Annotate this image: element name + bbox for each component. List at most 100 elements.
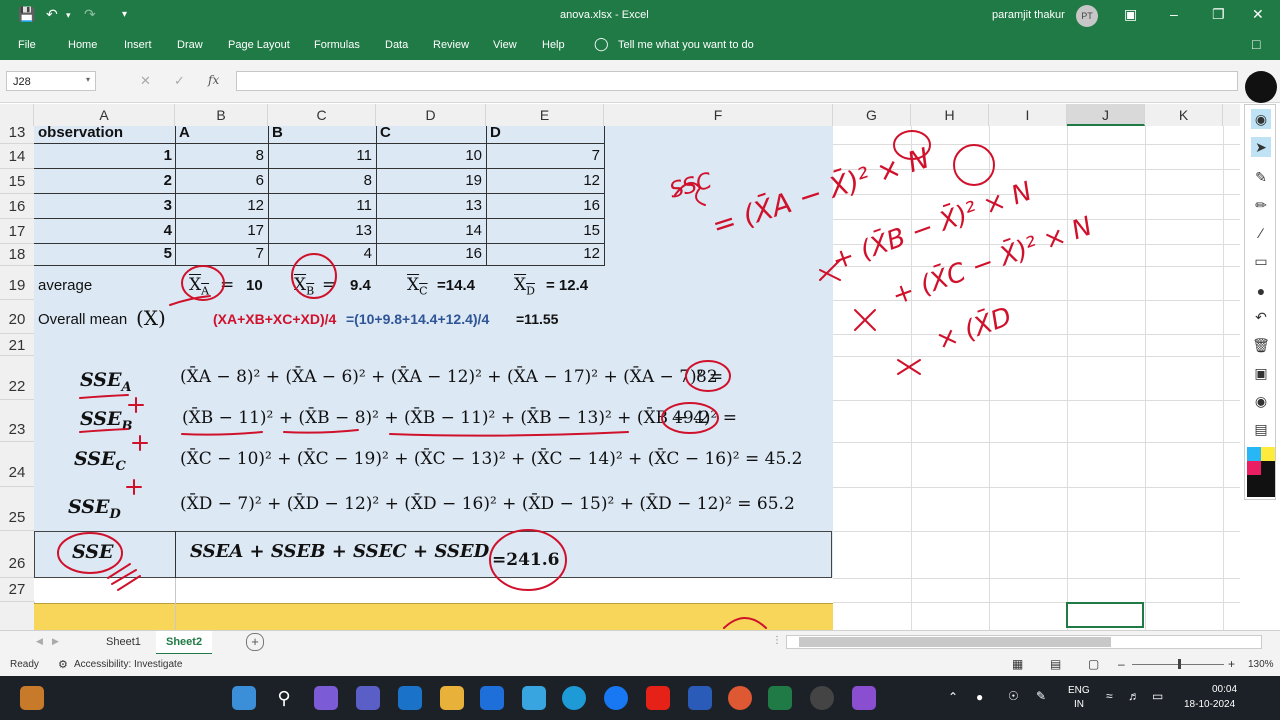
row-header[interactable]: 24: [0, 442, 34, 487]
outlook-icon[interactable]: [398, 686, 422, 710]
file-explorer-icon[interactable]: [440, 686, 464, 710]
worksheet-grid-right[interactable]: [833, 126, 1240, 630]
table-cell[interactable]: 4: [34, 222, 172, 239]
language-bottom[interactable]: IN: [1074, 699, 1084, 710]
table-cell[interactable]: 14: [376, 222, 482, 239]
column-header-g[interactable]: G: [833, 104, 911, 126]
column-header-b[interactable]: B: [175, 104, 268, 126]
color-black-swatch[interactable]: [1261, 461, 1275, 475]
table-cell[interactable]: 6: [175, 172, 264, 189]
row-header[interactable]: 20: [0, 300, 34, 334]
cursor-icon[interactable]: ➤: [1251, 137, 1271, 157]
app-icon[interactable]: [522, 686, 546, 710]
name-box[interactable]: J28: [6, 71, 96, 91]
row-header[interactable]: 14: [0, 144, 34, 169]
row-header[interactable]: 17: [0, 219, 34, 244]
zoom-out-icon[interactable]: –: [1118, 657, 1125, 671]
table-cell[interactable]: 11: [268, 197, 372, 214]
zoom-in-icon[interactable]: +: [1228, 657, 1235, 671]
active-cell-j28[interactable]: [1066, 602, 1144, 628]
tab-view[interactable]: View: [493, 39, 517, 51]
eraser-icon[interactable]: ▭: [1251, 251, 1271, 271]
column-header-f[interactable]: F: [604, 104, 833, 126]
sse-b-value[interactable]: 49.2: [672, 408, 710, 428]
color-black-large-swatch[interactable]: [1247, 475, 1275, 497]
screen-icon[interactable]: ▣: [1251, 363, 1271, 383]
battery-icon[interactable]: ▭: [1152, 689, 1163, 703]
column-header-d[interactable]: D: [376, 104, 486, 126]
column-header-k[interactable]: K: [1145, 104, 1223, 126]
edge-icon[interactable]: [562, 686, 586, 710]
page-layout-view-icon[interactable]: ▤: [1050, 657, 1061, 671]
sse-total-value[interactable]: =241.6: [492, 550, 559, 570]
tab-home[interactable]: Home: [68, 39, 97, 51]
minimize-icon[interactable]: –: [1170, 6, 1178, 22]
undo-icon[interactable]: ↶: [46, 6, 58, 23]
save-icon[interactable]: 💾: [18, 6, 35, 23]
clipboard-icon[interactable]: ▤: [1251, 419, 1271, 439]
sheet-tab-sheet1[interactable]: Sheet1: [96, 631, 151, 653]
cancel-icon[interactable]: ✕: [140, 73, 151, 89]
mean-b-value[interactable]: 9.4: [350, 277, 371, 294]
row-header[interactable]: 19: [0, 266, 34, 300]
mean-a-value[interactable]: 10: [246, 277, 263, 294]
ribbon-display-icon[interactable]: ▣: [1124, 6, 1137, 23]
column-header-i[interactable]: I: [989, 104, 1067, 126]
row-header[interactable]: 13: [0, 125, 34, 144]
sheet-tab-sheet2[interactable]: Sheet2: [156, 631, 213, 655]
table-cell[interactable]: 7: [175, 245, 264, 262]
page-break-view-icon[interactable]: ▢: [1088, 657, 1099, 671]
word-icon[interactable]: [688, 686, 712, 710]
row-header[interactable]: 16: [0, 194, 34, 219]
facebook-icon[interactable]: [604, 686, 628, 710]
table-header-b[interactable]: B: [272, 124, 283, 141]
tab-draw[interactable]: Draw: [177, 39, 203, 51]
prev-sheet-icon[interactable]: ◀: [36, 636, 43, 647]
pen-icon[interactable]: ✎: [1251, 167, 1271, 187]
table-cell[interactable]: 15: [486, 222, 600, 239]
overall-mean-label[interactable]: Overall mean: [38, 311, 127, 328]
close-icon[interactable]: ✕: [1252, 6, 1264, 23]
table-cell[interactable]: 16: [486, 197, 600, 214]
table-cell[interactable]: 11: [268, 147, 372, 164]
accessibility-icon[interactable]: ⚙: [58, 658, 68, 671]
search-icon[interactable]: ⚲: [272, 686, 296, 710]
row-27[interactable]: [34, 578, 833, 602]
table-cell[interactable]: 3: [34, 197, 172, 214]
row-header[interactable]: 15: [0, 169, 34, 194]
maximize-icon[interactable]: ❐: [1212, 6, 1225, 23]
table-cell[interactable]: 12: [486, 245, 600, 262]
sse-a-value[interactable]: 82: [696, 367, 718, 387]
tab-insert[interactable]: Insert: [124, 39, 152, 51]
table-cell[interactable]: 12: [175, 197, 264, 214]
tab-review[interactable]: Review: [433, 39, 469, 51]
mean-d-value[interactable]: = 12.4: [546, 277, 588, 294]
table-cell[interactable]: 10: [376, 147, 482, 164]
zoom-slider-thumb[interactable]: [1178, 659, 1181, 669]
add-sheet-button[interactable]: +: [246, 633, 264, 651]
trash-icon[interactable]: 🗑: [1251, 335, 1271, 355]
pen-tray-icon[interactable]: ✎: [1036, 689, 1046, 703]
more-options-icon[interactable]: ⋮: [772, 635, 782, 646]
table-cell[interactable]: 2: [34, 172, 172, 189]
row-header[interactable]: 26: [0, 531, 34, 578]
customize-toolbar-icon[interactable]: ▾: [122, 9, 127, 20]
redo-icon[interactable]: ↷: [84, 6, 96, 23]
highlighter-icon[interactable]: ✏: [1251, 195, 1271, 215]
table-cell[interactable]: 16: [376, 245, 482, 262]
mean-c-value[interactable]: =14.4: [437, 277, 475, 294]
table-cell[interactable]: 13: [268, 222, 372, 239]
tab-help[interactable]: Help: [542, 39, 565, 51]
table-cell[interactable]: 19: [376, 172, 482, 189]
overall-formula-blue[interactable]: =(10+9.8+14.4+12.4)/4: [346, 311, 489, 327]
column-header-h[interactable]: H: [911, 104, 989, 126]
select-all-corner[interactable]: [0, 104, 34, 126]
enter-icon[interactable]: ✓: [174, 73, 185, 89]
column-header-a[interactable]: A: [34, 104, 175, 126]
volume-icon[interactable]: ♬: [1128, 689, 1140, 703]
table-cell[interactable]: 4: [268, 245, 372, 262]
app-icon[interactable]: [810, 686, 834, 710]
scrollbar-thumb[interactable]: [799, 637, 1111, 647]
undo-ink-icon[interactable]: ↶: [1251, 307, 1271, 327]
overall-formula-red[interactable]: (XA+XB+XC+XD)/4: [213, 311, 336, 327]
